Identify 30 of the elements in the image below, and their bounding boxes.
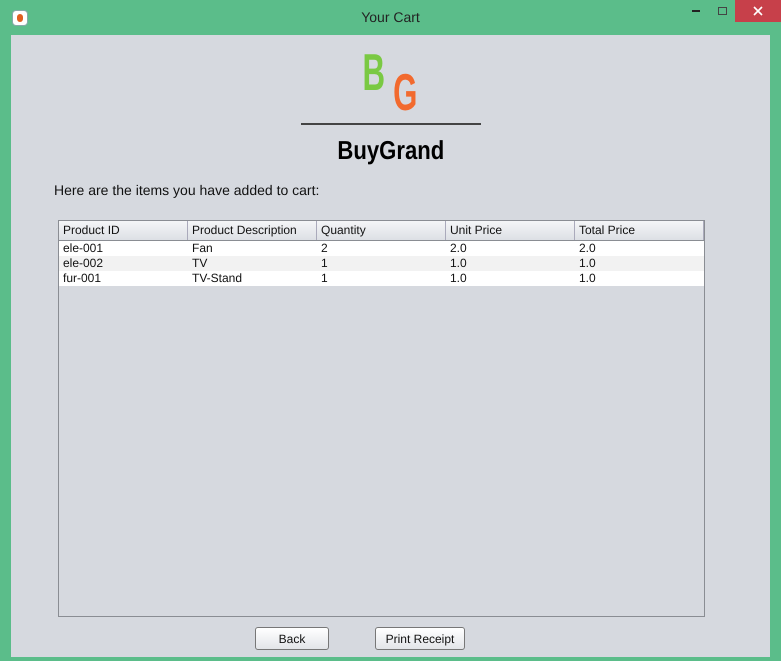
table-cell-text: 1.0 [578, 256, 597, 271]
table-cell-text: 2.0 [449, 241, 468, 256]
window-title: Your Cart [361, 8, 420, 27]
table-cell-text: ele-001 [62, 241, 104, 256]
logo-name: BuyGrand [337, 135, 444, 165]
table-cell-text: 1 [320, 256, 329, 271]
table-cell-text: 1.0 [449, 271, 468, 286]
table-cell-text: 2 [320, 241, 329, 256]
table-cell-text: fur-001 [62, 271, 102, 286]
intro-text: Here are the items you have added to cart: [54, 181, 320, 200]
back-button[interactable]: Back [255, 627, 329, 650]
table-cell-text: Fan [191, 241, 214, 256]
print-receipt-button[interactable]: Print Receipt [375, 627, 465, 650]
table-cell-text: ele-002 [62, 256, 104, 271]
close-icon [753, 6, 763, 16]
column-header[interactable]: Unit Price [446, 221, 575, 240]
table-cell-text: 1.0 [578, 271, 597, 286]
table-cell-text: 1.0 [449, 256, 468, 271]
column-header[interactable]: Quantity [317, 221, 446, 240]
logo-letter: G [393, 67, 418, 119]
column-header[interactable]: Product Description [188, 221, 317, 240]
table-cell-text: 1 [320, 271, 329, 286]
column-header[interactable]: Product ID [59, 221, 188, 240]
column-header[interactable]: Total Price [575, 221, 704, 240]
logo-letter: B [363, 47, 386, 104]
java-app-icon [12, 10, 28, 26]
table-cell-text: TV-Stand [191, 271, 244, 286]
close-button[interactable] [735, 0, 781, 22]
table-cell-text: TV [191, 256, 208, 271]
table-cell-text: 2.0 [578, 241, 597, 256]
